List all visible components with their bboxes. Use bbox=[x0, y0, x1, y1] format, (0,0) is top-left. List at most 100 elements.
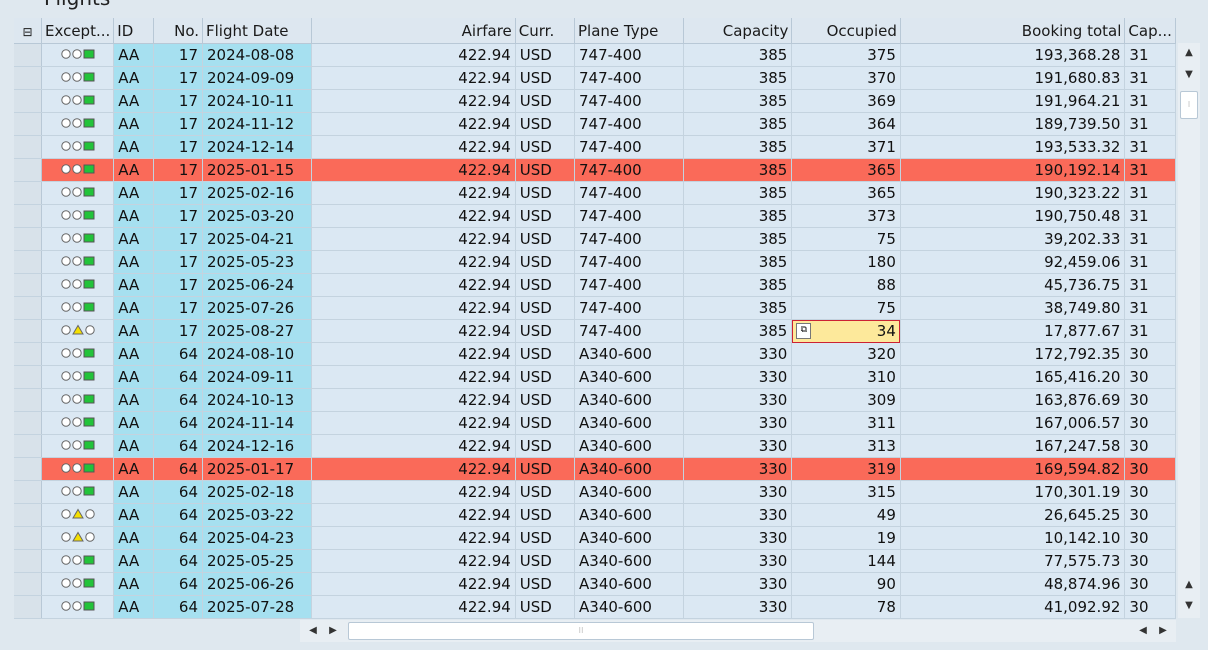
scroll-up-icon[interactable]: ▲ bbox=[1178, 43, 1200, 63]
cell-booking-total[interactable]: 190,323.22 bbox=[900, 181, 1126, 205]
cell-id[interactable]: AA bbox=[113, 572, 154, 596]
cell-cap2[interactable]: 31 bbox=[1124, 273, 1176, 297]
cell-no[interactable]: 64 bbox=[153, 388, 204, 412]
cell-no[interactable]: 17 bbox=[153, 66, 204, 90]
cell-occupied[interactable]: 365 bbox=[791, 181, 901, 205]
cell-id[interactable]: AA bbox=[113, 411, 154, 435]
row-selector[interactable] bbox=[14, 66, 42, 90]
row-selector[interactable] bbox=[14, 572, 42, 596]
cell-flight-date[interactable]: 2024-08-10 bbox=[202, 342, 313, 366]
cell-currency[interactable]: USD bbox=[515, 43, 576, 67]
cell-capacity[interactable]: 385 bbox=[683, 158, 793, 182]
cell-plane-type[interactable]: 747-400 bbox=[574, 158, 684, 182]
cell-currency[interactable]: USD bbox=[515, 204, 576, 228]
row-selector[interactable] bbox=[14, 365, 42, 389]
cell-capacity[interactable]: 385 bbox=[683, 227, 793, 251]
cell-plane-type[interactable]: A340-600 bbox=[574, 572, 684, 596]
cell-airfare[interactable]: 422.94 bbox=[311, 457, 516, 481]
cell-capacity[interactable]: 330 bbox=[683, 342, 793, 366]
table-row[interactable]: AA 64 2025-04-23 422.94 USD A340-600 330 19 10,1… bbox=[14, 526, 1176, 550]
cell-no[interactable]: 64 bbox=[153, 434, 204, 458]
cell-occupied[interactable]: 371 bbox=[791, 135, 901, 159]
cell-cap2[interactable]: 31 bbox=[1124, 181, 1176, 205]
cell-booking-total[interactable]: 172,792.35 bbox=[900, 342, 1126, 366]
horizontal-scrollbar[interactable]: ◀ ▶ ⁝⁝ ◀ ▶ bbox=[300, 620, 1176, 642]
vertical-scrollbar[interactable]: ▲ ▼ ⁝ ▲ ▼ bbox=[1178, 43, 1200, 618]
cell-capacity[interactable]: 385 bbox=[683, 250, 793, 274]
cell-airfare[interactable]: 422.94 bbox=[311, 181, 516, 205]
cell-id[interactable]: AA bbox=[113, 457, 154, 481]
cell-cap2[interactable]: 30 bbox=[1124, 503, 1176, 527]
cell-booking-total[interactable]: 77,575.73 bbox=[900, 549, 1126, 573]
table-row[interactable]: AA 17 2025-08-27 422.94 USD 747-400 385 ⧉ 34 17,8… bbox=[14, 319, 1176, 343]
cell-flight-date[interactable]: 2025-04-23 bbox=[202, 526, 313, 550]
cell-airfare[interactable]: 422.94 bbox=[311, 227, 516, 251]
cell-occupied[interactable]: 313 bbox=[791, 434, 901, 458]
cell-plane-type[interactable]: 747-400 bbox=[574, 181, 684, 205]
row-selector[interactable] bbox=[14, 457, 42, 481]
row-selector[interactable] bbox=[14, 250, 42, 274]
cell-no[interactable]: 64 bbox=[153, 526, 204, 550]
cell-booking-total[interactable]: 190,192.14 bbox=[900, 158, 1126, 182]
cell-occupied[interactable]: 373 bbox=[791, 204, 901, 228]
cell-id[interactable]: AA bbox=[113, 526, 154, 550]
cell-no[interactable]: 64 bbox=[153, 480, 204, 504]
table-row[interactable]: AA 64 2025-06-26 422.94 USD A340-600 330 90 48,8… bbox=[14, 572, 1176, 596]
cell-cap2[interactable]: 31 bbox=[1124, 89, 1176, 113]
cell-capacity[interactable]: 330 bbox=[683, 365, 793, 389]
scroll-page-left-icon[interactable]: ◀ bbox=[1134, 620, 1152, 642]
cell-occupied[interactable]: 310 bbox=[791, 365, 901, 389]
table-row[interactable]: AA 17 2024-12-14 422.94 USD 747-400 385 371 193,… bbox=[14, 135, 1176, 159]
table-row[interactable]: AA 17 2024-09-09 422.94 USD 747-400 385 370 191,… bbox=[14, 66, 1176, 90]
cell-cap2[interactable]: 31 bbox=[1124, 227, 1176, 251]
cell-airfare[interactable]: 422.94 bbox=[311, 365, 516, 389]
cell-capacity[interactable]: 330 bbox=[683, 595, 793, 619]
cell-flight-date[interactable]: 2024-11-14 bbox=[202, 411, 313, 435]
cell-currency[interactable]: USD bbox=[515, 89, 576, 113]
cell-airfare[interactable]: 422.94 bbox=[311, 549, 516, 573]
cell-no[interactable]: 17 bbox=[153, 112, 204, 136]
table-row[interactable]: AA 64 2025-05-25 422.94 USD A340-600 330 144 77,… bbox=[14, 549, 1176, 573]
cell-no[interactable]: 64 bbox=[153, 503, 204, 527]
cell-capacity[interactable]: 385 bbox=[683, 135, 793, 159]
cell-booking-total[interactable]: 165,416.20 bbox=[900, 365, 1126, 389]
cell-currency[interactable]: USD bbox=[515, 158, 576, 182]
cell-plane-type[interactable]: A340-600 bbox=[574, 411, 684, 435]
cell-airfare[interactable]: 422.94 bbox=[311, 43, 516, 67]
cell-airfare[interactable]: 422.94 bbox=[311, 388, 516, 412]
row-selector[interactable] bbox=[14, 595, 42, 619]
cell-cap2[interactable]: 31 bbox=[1124, 66, 1176, 90]
cell-capacity[interactable]: 385 bbox=[683, 66, 793, 90]
table-row[interactable]: AA 17 2024-08-08 422.94 USD 747-400 385 375 193,… bbox=[14, 43, 1176, 67]
cell-id[interactable]: AA bbox=[113, 204, 154, 228]
row-selector[interactable] bbox=[14, 204, 42, 228]
cell-cap2[interactable]: 31 bbox=[1124, 296, 1176, 320]
cell-currency[interactable]: USD bbox=[515, 112, 576, 136]
cell-airfare[interactable]: 422.94 bbox=[311, 273, 516, 297]
cell-airfare[interactable]: 422.94 bbox=[311, 66, 516, 90]
cell-booking-total[interactable]: 39,202.33 bbox=[900, 227, 1126, 251]
cell-id[interactable]: AA bbox=[113, 595, 154, 619]
cell-airfare[interactable]: 422.94 bbox=[311, 342, 516, 366]
cell-flight-date[interactable]: 2025-01-15 bbox=[202, 158, 313, 182]
cell-flight-date[interactable]: 2024-10-11 bbox=[202, 89, 313, 113]
cell-id[interactable]: AA bbox=[113, 503, 154, 527]
cell-plane-type[interactable]: A340-600 bbox=[574, 434, 684, 458]
cell-booking-total[interactable]: 48,874.96 bbox=[900, 572, 1126, 596]
cell-id[interactable]: AA bbox=[113, 43, 154, 67]
cell-capacity[interactable]: 385 bbox=[683, 181, 793, 205]
scroll-page-down-icon[interactable]: ▼ bbox=[1178, 596, 1200, 616]
row-selector[interactable] bbox=[14, 503, 42, 527]
cell-occupied[interactable]: ⧉ 34 bbox=[791, 319, 901, 343]
cell-occupied[interactable]: 315 bbox=[791, 480, 901, 504]
horizontal-scroll-thumb[interactable]: ⁝⁝ bbox=[348, 622, 814, 640]
layout-button[interactable]: ⊟ bbox=[14, 18, 42, 44]
cell-plane-type[interactable]: A340-600 bbox=[574, 549, 684, 573]
cell-id[interactable]: AA bbox=[113, 250, 154, 274]
row-selector[interactable] bbox=[14, 89, 42, 113]
cell-booking-total[interactable]: 45,736.75 bbox=[900, 273, 1126, 297]
table-row[interactable]: AA 17 2024-10-11 422.94 USD 747-400 385 369 191,… bbox=[14, 89, 1176, 113]
cell-cap2[interactable]: 30 bbox=[1124, 526, 1176, 550]
cell-occupied[interactable]: 365 bbox=[791, 158, 901, 182]
table-row[interactable]: AA 17 2025-01-15 422.94 USD 747-400 385 365 190,… bbox=[14, 158, 1176, 182]
